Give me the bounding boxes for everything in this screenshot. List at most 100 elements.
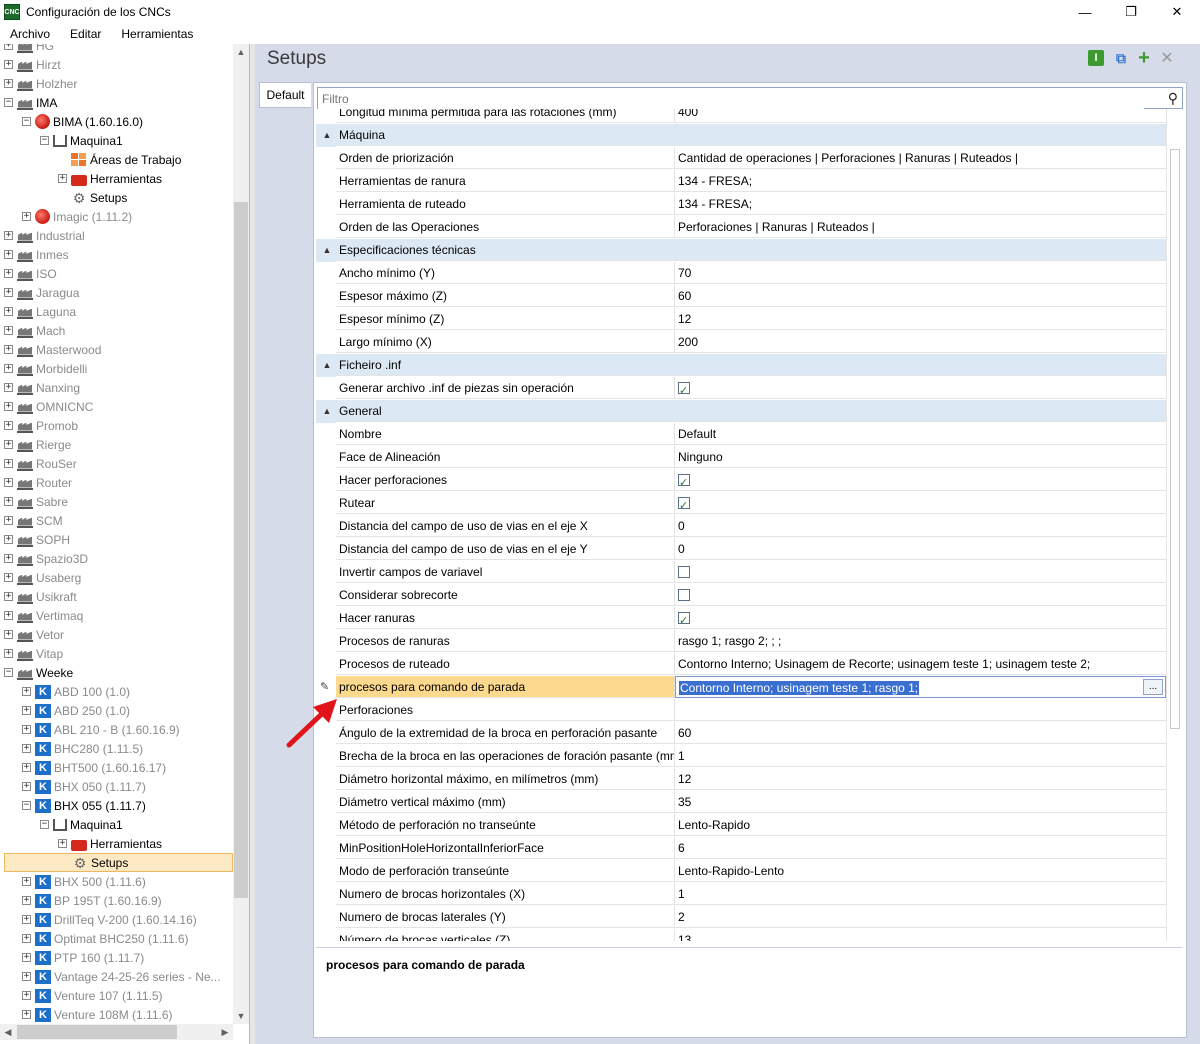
expand-icon[interactable]: + — [4, 440, 13, 449]
expand-icon[interactable]: + — [22, 763, 31, 772]
grid-row[interactable]: Considerar sobrecorte — [316, 584, 1166, 607]
tree-item[interactable]: Áreas de Trabajo — [4, 150, 181, 169]
expand-icon[interactable]: + — [22, 706, 31, 715]
tree-item[interactable]: + K BHX 500 (1.11.6) — [4, 872, 146, 891]
tree-item[interactable]: − Maquina1 — [4, 131, 123, 150]
property-value[interactable]: 2 — [675, 906, 1166, 928]
tree-item[interactable]: + K Vantage 24-25-26 series - Ne... — [4, 967, 221, 986]
tree-item[interactable]: + Industrial — [4, 226, 85, 245]
property-value-editor[interactable]: Contorno Interno; usinagem teste 1; rasg… — [675, 676, 1166, 698]
restore-button[interactable]: ❐ — [1108, 0, 1154, 24]
grid-category[interactable]: ▲ General — [316, 400, 1166, 423]
tree-item[interactable]: + Masterwood — [4, 340, 101, 359]
expand-icon[interactable]: + — [4, 79, 13, 88]
grid-scroll-thumb[interactable] — [1170, 149, 1180, 729]
collapse-icon[interactable]: − — [4, 98, 13, 107]
tree-scroll-thumb[interactable] — [234, 202, 248, 898]
grid-row[interactable]: Orden de priorización Cantidad de operaci… — [316, 147, 1166, 170]
grid-row[interactable]: Rutear — [316, 492, 1166, 515]
tree-item[interactable]: − Weeke — [4, 663, 73, 682]
tree-item[interactable]: + K BP 195T (1.60.16.9) — [4, 891, 162, 910]
grid-row[interactable]: Número de brocas verticales (Z) 13 — [316, 929, 1166, 941]
expand-icon[interactable]: + — [4, 269, 13, 278]
tree-item[interactable]: − IMA — [4, 93, 57, 112]
grid-row[interactable]: Distancia del campo de uso de vias en el… — [316, 538, 1166, 561]
expand-icon[interactable]: + — [4, 250, 13, 259]
collapse-icon[interactable]: − — [22, 801, 31, 810]
expand-icon[interactable]: + — [4, 535, 13, 544]
expand-icon[interactable]: + — [22, 934, 31, 943]
grid-category[interactable]: ▲ Ficheiro .inf — [316, 354, 1166, 377]
tree-item[interactable]: + Mach — [4, 321, 65, 340]
expand-icon[interactable]: + — [4, 497, 13, 506]
tree-item[interactable]: + Laguna — [4, 302, 76, 321]
collapse-icon[interactable]: − — [22, 117, 31, 126]
expand-icon[interactable]: + — [4, 288, 13, 297]
tree-item[interactable]: + K ABD 250 (1.0) — [4, 701, 130, 720]
grid-row[interactable]: Perforaciones — [316, 699, 1166, 722]
property-value[interactable]: Lento-Rapido-Lento — [675, 860, 1166, 882]
expand-icon[interactable]: + — [4, 364, 13, 373]
copy-icon[interactable]: ⧉ — [1113, 50, 1129, 66]
grid-vertical-scrollbar[interactable] — [1166, 109, 1183, 941]
expand-icon[interactable]: + — [4, 44, 13, 50]
expand-icon[interactable]: + — [4, 345, 13, 354]
expand-icon[interactable]: + — [4, 649, 13, 658]
grid-row[interactable]: MinPositionHoleHorizontalInferiorFace 6 — [316, 837, 1166, 860]
tree-item[interactable]: + Hirzt — [4, 55, 61, 74]
property-value[interactable]: Default — [675, 423, 1166, 445]
property-value[interactable]: 6 — [675, 837, 1166, 859]
scroll-left-arrow-icon[interactable]: ◀ — [0, 1024, 16, 1040]
checkbox-checked[interactable] — [678, 380, 690, 398]
delete-icon[interactable]: ✕ — [1159, 50, 1175, 67]
grid-row[interactable]: Generar archivo .inf de piezas sin opera… — [316, 377, 1166, 400]
grid-category[interactable]: ▲ Máquina — [316, 124, 1166, 147]
tree-item[interactable]: + K ABL 210 - B (1.60.16.9) — [4, 720, 180, 739]
scroll-right-arrow-icon[interactable]: ▶ — [217, 1024, 233, 1040]
grid-row[interactable]: Numero de brocas horizontales (X) 1 — [316, 883, 1166, 906]
collapse-icon[interactable]: − — [40, 820, 49, 829]
scroll-up-arrow-icon[interactable]: ▲ — [233, 44, 249, 60]
expand-icon[interactable]: + — [58, 174, 67, 183]
tree-item[interactable]: + K BHT500 (1.60.16.17) — [4, 758, 166, 777]
expand-icon[interactable]: + — [4, 383, 13, 392]
grid-row[interactable]: Nombre Default — [316, 423, 1166, 446]
grid-row[interactable]: Hacer ranuras — [316, 607, 1166, 630]
grid-row[interactable]: Longitud mínima permitida para las rotac… — [316, 109, 1166, 124]
collapse-icon[interactable]: − — [40, 136, 49, 145]
scroll-down-arrow-icon[interactable]: ▼ — [233, 1008, 249, 1024]
expand-icon[interactable]: + — [22, 991, 31, 1000]
property-value[interactable]: 13 — [675, 929, 1166, 941]
grid-row[interactable]: Espesor mínimo (Z) 12 — [316, 308, 1166, 331]
grid-row[interactable]: Distancia del campo de uso de vias en el… — [316, 515, 1166, 538]
grid-row[interactable]: Herramientas de ranura 134 - FRESA; — [316, 170, 1166, 193]
property-value[interactable]: Cantidad de operaciones | Perforaciones … — [675, 147, 1166, 169]
tree-item[interactable]: + Holzher — [4, 74, 77, 93]
grid-row[interactable]: Espesor máximo (Z) 60 — [316, 285, 1166, 308]
property-value[interactable]: 0 — [675, 538, 1166, 560]
tree-hscroll-thumb[interactable] — [17, 1025, 177, 1039]
expand-icon[interactable]: + — [4, 573, 13, 582]
property-value[interactable] — [675, 699, 1166, 721]
tree-item[interactable]: + Jaragua — [4, 283, 79, 302]
tree-item[interactable]: + K PTP 160 (1.11.7) — [4, 948, 144, 967]
collapse-caret-icon[interactable]: ▲ — [320, 124, 334, 146]
property-value[interactable]: 1 — [675, 883, 1166, 905]
menu-archivo[interactable]: Archivo — [0, 27, 60, 41]
expand-icon[interactable]: + — [4, 307, 13, 316]
expand-icon[interactable]: + — [4, 421, 13, 430]
checkbox-unchecked[interactable] — [678, 565, 690, 578]
grid-row[interactable]: Orden de las Operaciones Perforaciones | … — [316, 216, 1166, 239]
expand-icon[interactable]: + — [4, 60, 13, 69]
property-value[interactable]: 1 — [675, 745, 1166, 767]
tree-item[interactable]: + ISO — [4, 264, 57, 283]
property-value[interactable]: 60 — [675, 722, 1166, 744]
grid-row[interactable]: Brecha de la broca en las operaciones de… — [316, 745, 1166, 768]
expand-icon[interactable]: + — [22, 972, 31, 981]
expand-icon[interactable]: + — [22, 687, 31, 696]
tab-default[interactable]: Default — [259, 82, 311, 108]
grid-category[interactable]: ▲ Especificaciones técnicas — [316, 239, 1166, 262]
expand-icon[interactable]: + — [22, 212, 31, 221]
tree-item[interactable]: + Router — [4, 473, 72, 492]
expand-icon[interactable]: + — [22, 725, 31, 734]
